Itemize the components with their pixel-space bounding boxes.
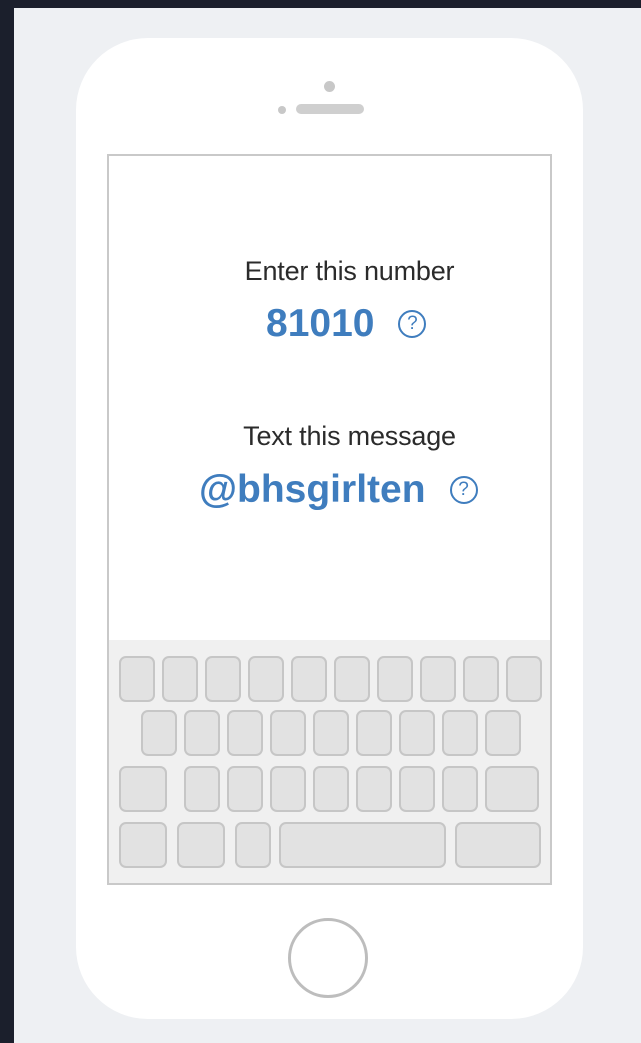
keyboard-key [313,766,349,812]
keyboard-key [270,710,306,756]
keyboard-key [248,656,284,702]
enter-number-label: Enter this number [244,256,455,286]
keyboard-key [205,656,241,702]
help-glyph: ? [407,313,418,334]
camera-dot [324,81,335,92]
message-code-text: @bhsgirlten [199,468,426,511]
short-code-value: 81010 ? [266,302,427,346]
keyboard-key [119,766,167,812]
keyboard-key [399,710,435,756]
keyboard-key [506,656,542,702]
keyboard-key [279,822,446,868]
keyboard-key [356,766,392,812]
question-circle-icon[interactable]: ? [449,476,478,504]
keyboard-key [442,710,478,756]
keyboard-key [485,766,539,812]
keyboard-key [455,822,541,868]
keyboard-key [184,766,220,812]
help-glyph: ? [458,479,469,500]
question-circle-icon[interactable]: ? [398,310,427,338]
sensor-dot [278,106,286,114]
keyboard-key [463,656,499,702]
keyboard-key [313,710,349,756]
keyboard-key [141,710,177,756]
phone-illustration: Enter this number 81010 ? Text this mess… [76,38,583,1019]
keyboard-key [291,656,327,702]
phone-screen: Enter this number 81010 ? Text this mess… [107,154,552,885]
page-background: Enter this number 81010 ? Text this mess… [14,8,641,1043]
keyboard-key [420,656,456,702]
speaker-grille [296,104,364,114]
keyboard-key [227,766,263,812]
text-message-label: Text this message [243,421,456,451]
keyboard-key [399,766,435,812]
keyboard-key [442,766,478,812]
keyboard-key [334,656,370,702]
short-code-text: 81010 [266,302,375,345]
keyboard-key [485,710,521,756]
message-code-value: @bhsgirlten ? [199,468,478,512]
keyboard-key [177,822,225,868]
keyboard-key [270,766,306,812]
home-button [288,918,368,998]
keyboard-key [235,822,271,868]
keyboard-key [356,710,392,756]
keyboard-key [119,822,167,868]
keyboard-illustration [109,640,550,883]
keyboard-key [119,656,155,702]
keyboard-key [227,710,263,756]
keyboard-key [162,656,198,702]
keyboard-key [377,656,413,702]
keyboard-key [184,710,220,756]
